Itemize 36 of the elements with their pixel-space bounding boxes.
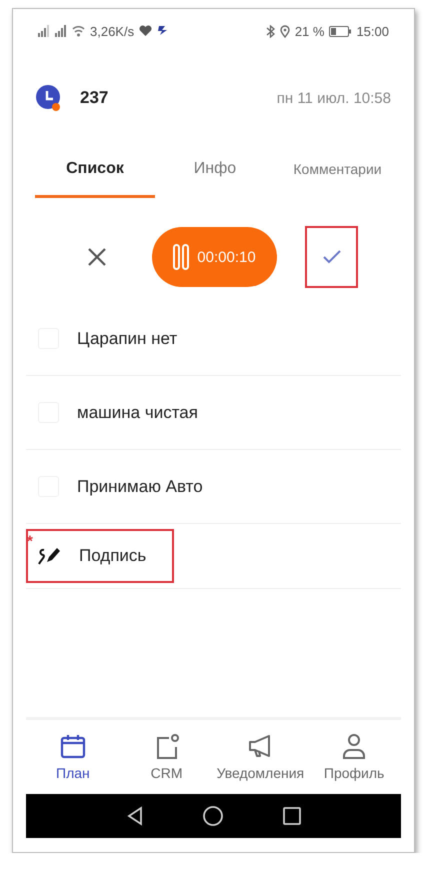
tab[interactable]: Комментарии — [275, 143, 400, 198]
tab[interactable]: Инфо — [155, 143, 275, 198]
tab[interactable]: Список — [35, 143, 155, 198]
pause-timer-button[interactable]: 00:00:10 — [152, 227, 277, 287]
calendar-icon — [60, 733, 86, 759]
check-icon — [322, 249, 342, 265]
home-icon[interactable] — [202, 806, 222, 826]
clock-icon — [36, 83, 62, 113]
wifi-icon — [72, 25, 85, 37]
network-speed: 3,26K/s — [90, 24, 134, 38]
nav-tab[interactable]: CRM — [120, 720, 214, 794]
location-icon — [280, 24, 290, 38]
nav-tab[interactable]: План — [26, 720, 120, 794]
nav-tab[interactable]: Уведомления — [214, 720, 308, 794]
signal-icon — [55, 25, 67, 37]
pause-icon — [173, 244, 190, 270]
recents-icon[interactable] — [282, 807, 300, 825]
battery-icon — [329, 26, 352, 36]
signal-icon — [38, 25, 50, 37]
battery-percent: 21 % — [294, 24, 324, 38]
status-time: 15:00 — [356, 24, 389, 38]
order-number: 237 — [80, 88, 108, 108]
signature-label: Подпись — [79, 546, 146, 566]
confirm-button[interactable] — [305, 226, 358, 288]
order-datetime: пн 11 июл. 10:58 — [276, 90, 391, 106]
back-icon[interactable] — [126, 806, 142, 826]
close-button[interactable] — [86, 246, 108, 268]
person-icon — [341, 733, 368, 759]
nav-tab[interactable]: Профиль — [307, 720, 401, 794]
checklist-item-label: машина чистая — [77, 402, 198, 422]
bluetooth-icon — [266, 24, 275, 38]
pen-signature-icon — [37, 546, 61, 566]
checklist-item-label: Царапин нет — [77, 328, 178, 348]
heart-icon — [139, 25, 152, 37]
app-icon — [157, 25, 168, 37]
checklist-item-label: Принимаю Авто — [77, 476, 203, 496]
